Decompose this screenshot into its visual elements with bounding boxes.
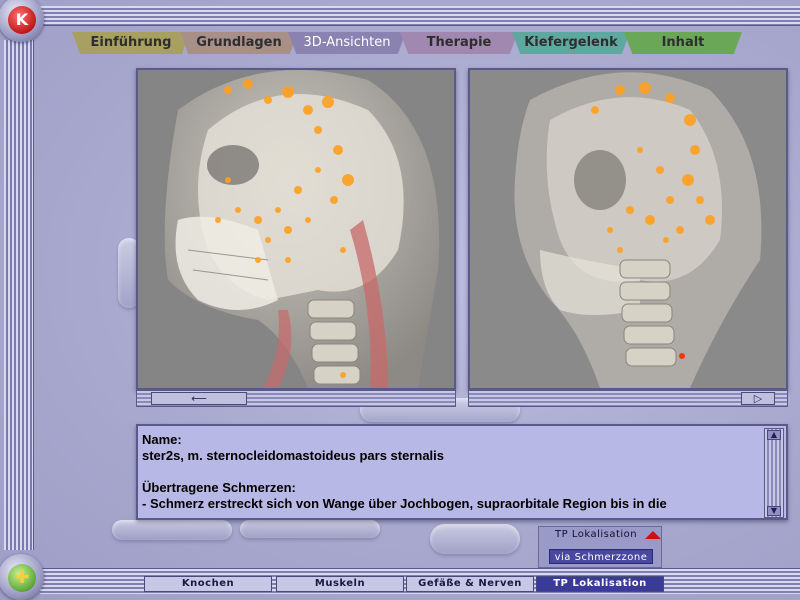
info-line: ster2s, m. sternocleidomastoideus pars s…: [142, 448, 445, 463]
left-arrow-icon[interactable]: ⟵: [151, 392, 247, 405]
play-arrow-icon[interactable]: ▷: [741, 392, 775, 405]
info-line: Name:: [142, 432, 182, 447]
scroll-up-icon[interactable]: ▲: [767, 430, 781, 440]
tab-3d-ansichten[interactable]: 3D-Ansichten: [288, 32, 406, 54]
info-text: Name: ster2s, m. sternocleidomastoideus …: [142, 432, 762, 516]
tp-menu-header[interactable]: TP Lokalisation: [555, 529, 637, 540]
left-pane-scrollbar[interactable]: ⟵: [136, 390, 456, 407]
top-bar: [40, 6, 800, 26]
left-rail: [4, 40, 34, 550]
navigation-button[interactable]: ✚: [0, 554, 44, 600]
main-tabs: Einführung Grundlagen 3D-Ansichten Thera…: [72, 32, 752, 54]
compass-icon: ✚: [8, 564, 36, 592]
tab-grundlagen[interactable]: Grundlagen: [180, 32, 298, 54]
info-line: Übertragene Schmerzen:: [142, 480, 296, 495]
tab-therapie[interactable]: Therapie: [400, 32, 518, 54]
info-panel: Name: ster2s, m. sternocleidomastoideus …: [136, 424, 788, 520]
tab-inhalt[interactable]: Inhalt: [624, 32, 742, 54]
tab-kiefergelenk[interactable]: Kiefergelenk: [512, 32, 630, 54]
background-decoration: [112, 520, 232, 540]
bottom-nav-gefaesse-nerven[interactable]: Gefäße & Nerven: [406, 576, 534, 592]
bottom-nav-knochen[interactable]: Knochen: [144, 576, 272, 592]
info-line: [142, 464, 762, 480]
image-pane-left: [136, 68, 456, 390]
tp-lokalisation-menu: TP Lokalisation via Schmerzzone: [538, 526, 662, 568]
scroll-down-icon[interactable]: ▼: [767, 506, 781, 516]
info-line: - Schmerz erstreckt sich von Wange über …: [142, 496, 667, 511]
background-decoration: [240, 520, 380, 538]
bottom-nav-muskeln[interactable]: Muskeln: [276, 576, 404, 592]
image-pane-right: [468, 68, 788, 390]
right-pane-scrollbar[interactable]: ▷: [468, 390, 788, 407]
info-scrollbar[interactable]: ▲ ▼: [764, 428, 784, 518]
triangle-up-icon[interactable]: [645, 531, 661, 539]
menu-item-via-schmerzzone[interactable]: via Schmerzzone: [549, 549, 653, 564]
logo-icon: K: [8, 6, 36, 34]
background-decoration: [430, 524, 520, 554]
skull-oblique-view-icon: [470, 70, 786, 388]
skull-side-view-icon: [138, 70, 454, 388]
bottom-nav-tp-lokalisation[interactable]: TP Lokalisation: [536, 576, 664, 592]
tab-einfuehrung[interactable]: Einführung: [72, 32, 190, 54]
